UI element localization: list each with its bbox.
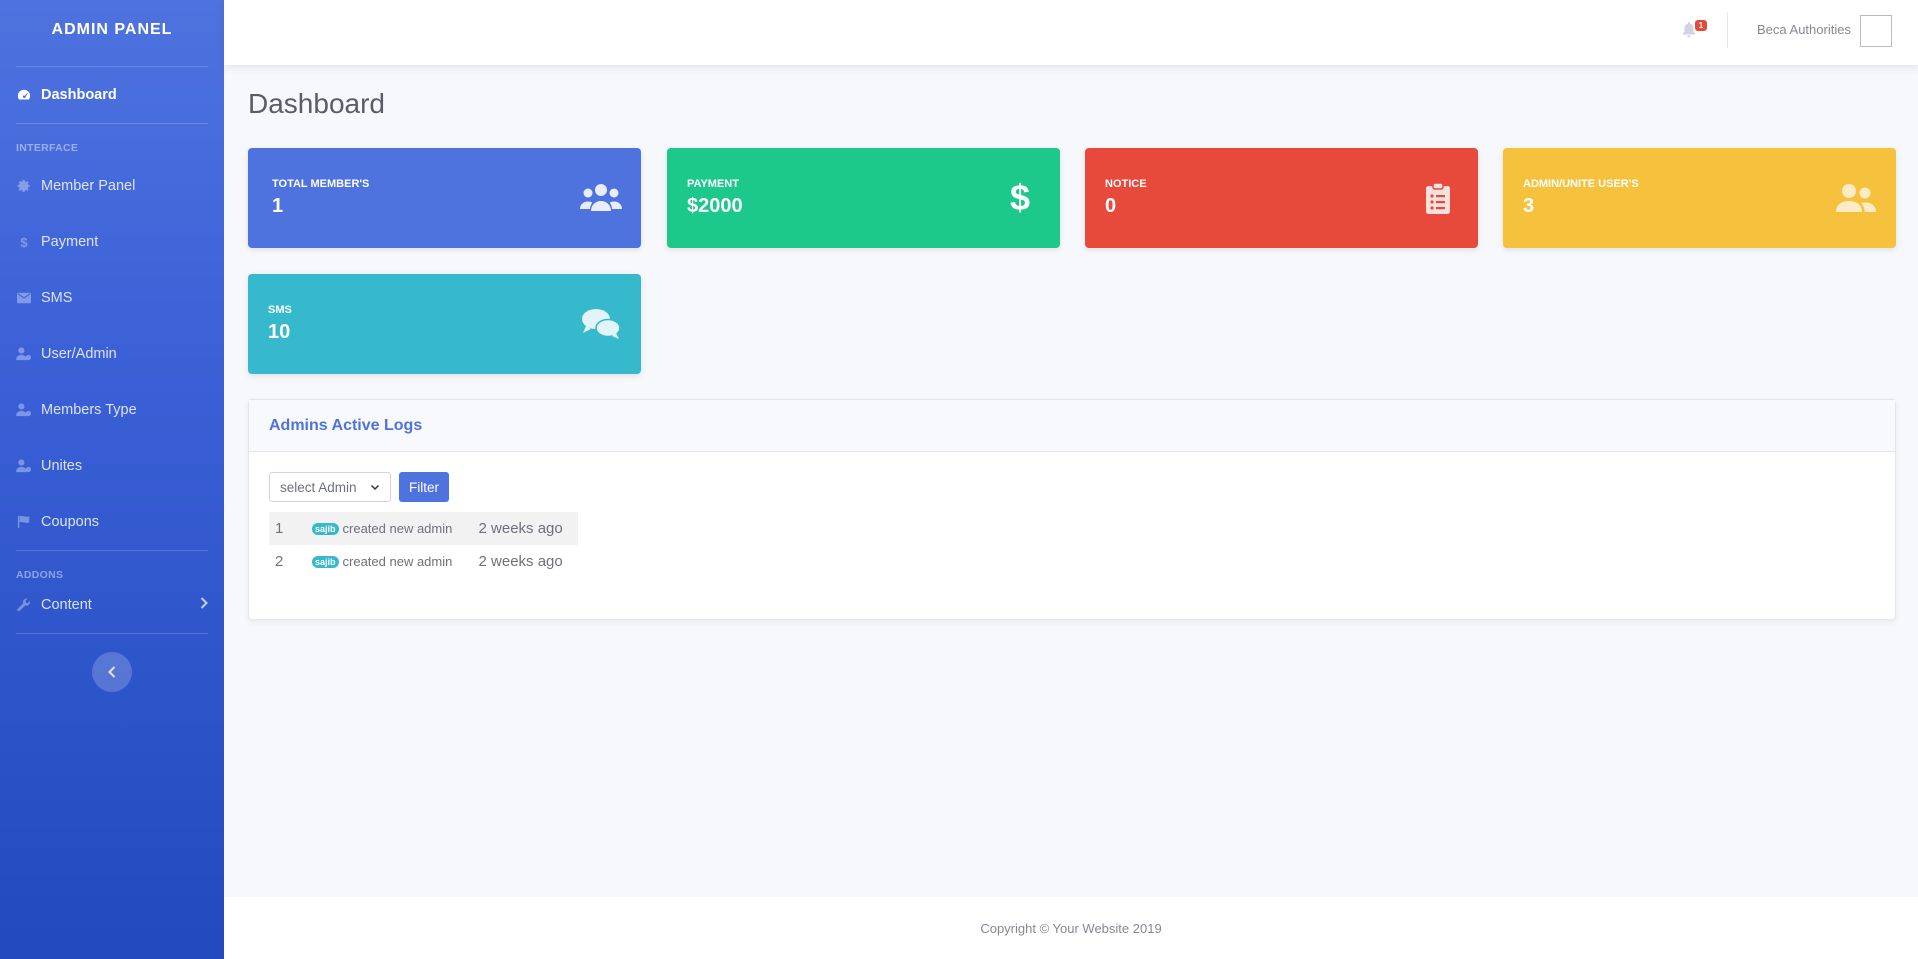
sidebar-item-members-type[interactable]: Members Type: [0, 382, 224, 438]
log-index: 2: [275, 553, 284, 570]
stat-card-admin-users[interactable]: ADMIN/UNITE USER'S 3: [1503, 148, 1896, 248]
log-action: created new admin: [342, 521, 453, 536]
sidebar-item-label: User/Admin: [41, 346, 117, 362]
sidebar-item-payment[interactable]: $ Payment: [0, 214, 224, 270]
log-index: 1: [275, 520, 284, 537]
admin-select-value: select Admin: [280, 479, 357, 495]
sidebar-item-content[interactable]: Content: [0, 585, 224, 625]
stat-label: ADMIN/UNITE USER'S: [1523, 178, 1639, 190]
sidebar-divider: [16, 633, 208, 634]
table-row: 1 sajib created new admin 2 weeks ago: [269, 512, 578, 545]
user-name[interactable]: Beca Authorities: [1757, 22, 1851, 37]
stat-value: 3: [1523, 195, 1535, 217]
comments-icon: [579, 304, 623, 344]
sidebar-item-member-panel[interactable]: Member Panel: [0, 158, 224, 214]
user-badge: sajib: [312, 555, 339, 568]
sidebar-item-user-admin[interactable]: User/Admin: [0, 326, 224, 382]
stat-value: 10: [268, 321, 291, 343]
notification-count-badge: 1: [1695, 20, 1707, 31]
notifications-button[interactable]: 1: [1679, 20, 1707, 44]
chevron-right-icon: [200, 597, 208, 613]
stat-card-payment[interactable]: PAYMENT $2000 $: [667, 148, 1060, 248]
chevron-left-icon: [108, 666, 116, 678]
sidebar-item-label: Content: [41, 597, 92, 613]
footer: Copyright © Your Website 2019: [224, 897, 1918, 959]
panel-header: Admins Active Logs: [249, 400, 1895, 452]
avatar[interactable]: [1860, 15, 1892, 47]
sidebar-item-label: Dashboard: [41, 87, 117, 103]
sidebar-item-label: Members Type: [41, 402, 137, 418]
panel-title: Admins Active Logs: [269, 416, 423, 434]
stat-value: $2000: [687, 195, 743, 217]
admins-active-logs-panel: Admins Active Logs select Admin Filter 1…: [248, 399, 1896, 620]
user-cog-icon: [16, 458, 32, 474]
brand-logo[interactable]: ADMIN PANEL: [0, 0, 224, 60]
clipboard-list-icon: [1416, 178, 1460, 218]
stat-label: PAYMENT: [687, 178, 739, 190]
users-icon: [579, 178, 623, 218]
log-time: 2 weeks ago: [478, 553, 563, 570]
filter-button[interactable]: Filter: [399, 472, 449, 502]
sidebar-item-unites[interactable]: Unites: [0, 438, 224, 494]
table-row: 2 sajib created new admin 2 weeks ago: [269, 545, 578, 578]
filter-row: select Admin Filter: [269, 472, 449, 502]
chevron-down-icon: [370, 484, 380, 491]
sidebar: ADMIN PANEL Dashboard INTERFACE Member P…: [0, 0, 224, 959]
stat-card-notice[interactable]: NOTICE 0: [1085, 148, 1478, 248]
topbar-divider: [1727, 12, 1728, 48]
sidebar-item-dashboard[interactable]: Dashboard: [0, 67, 224, 123]
bell-icon: [1683, 22, 1695, 38]
sidebar-item-label: SMS: [41, 290, 73, 306]
sidebar-item-label: Payment: [41, 234, 99, 250]
user-cog-icon: [16, 346, 32, 362]
dollar-icon: $: [20, 234, 28, 250]
sidebar-toggle-button[interactable]: [92, 652, 132, 692]
sidebar-heading-interface: INTERFACE: [16, 142, 79, 154]
log-action: created new admin: [342, 554, 453, 569]
user-badge: sajib: [312, 522, 339, 535]
dollar-icon: $: [1009, 177, 1031, 218]
stat-card-total-members[interactable]: TOTAL MEMBER'S 1: [248, 148, 641, 248]
page-title: Dashboard: [248, 88, 385, 119]
envelope-icon: [16, 290, 32, 306]
user-cog-icon: [16, 402, 32, 418]
flag-icon: [16, 514, 32, 530]
sidebar-item-label: Coupons: [41, 514, 100, 530]
sidebar-item-coupons[interactable]: Coupons: [0, 494, 224, 550]
logs-table: 1 sajib created new admin 2 weeks ago 2 …: [269, 512, 578, 578]
wrench-icon: [16, 597, 32, 613]
stat-card-sms[interactable]: SMS 10: [248, 274, 641, 374]
copyright-text: Copyright © Your Website 2019: [980, 920, 1162, 936]
stat-label: TOTAL MEMBER'S: [272, 178, 370, 190]
stat-label: NOTICE: [1105, 178, 1147, 190]
stat-value: 1: [272, 195, 284, 217]
topbar: 1 Beca Authorities: [224, 0, 1918, 65]
stat-label: SMS: [268, 304, 292, 316]
log-time: 2 weeks ago: [478, 520, 563, 537]
sidebar-heading-addons: ADDONS: [16, 569, 64, 581]
admin-select[interactable]: select Admin: [269, 472, 391, 502]
sidebar-item-sms[interactable]: SMS: [0, 270, 224, 326]
sidebar-item-label: Member Panel: [41, 178, 136, 194]
user-friends-icon: [1834, 178, 1878, 218]
sidebar-item-label: Unites: [41, 458, 83, 474]
stat-value: 0: [1105, 195, 1117, 217]
tachometer-icon: [16, 87, 32, 103]
gear-icon: [16, 178, 32, 194]
